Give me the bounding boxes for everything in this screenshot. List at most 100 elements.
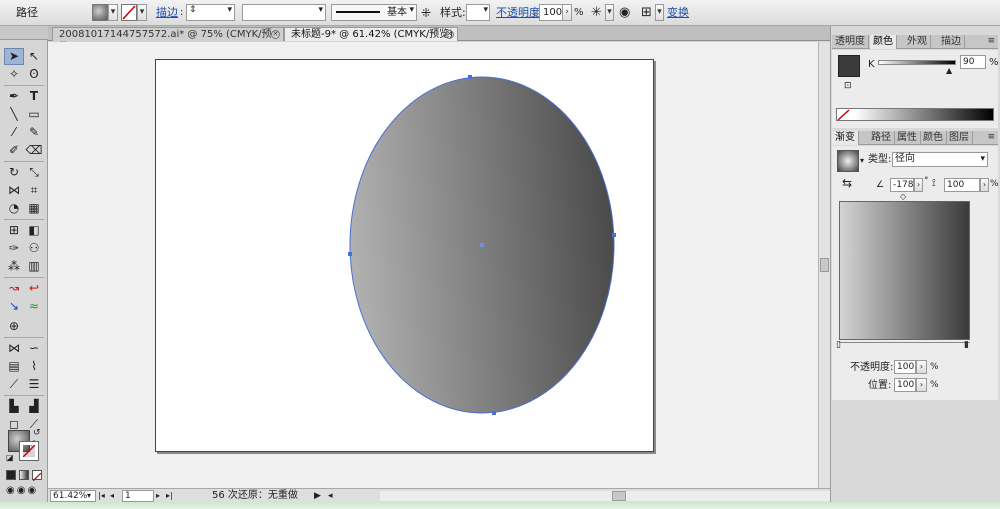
width-tool-icon[interactable]: ⋈ [4,182,24,199]
align-plugin-tool-icon[interactable]: ☰ [24,376,44,393]
stroke-dropdown-button[interactable]: ▾ [137,4,147,21]
tab-color-2[interactable]: 颜色 [920,131,947,145]
live-paint-selection-tool-icon[interactable]: ▟ [24,398,44,415]
live-paint-tool-icon[interactable]: ▙ [4,398,24,415]
stroke-weight-field[interactable]: ⇕ ▾ [186,4,235,21]
gradient-angle-field[interactable]: -178. [890,178,916,192]
tab-document-1[interactable]: 20081017144757572.ai* @ 75% (CMYK/预览) ✕ [52,27,284,53]
lasso-tool-icon[interactable]: ʘ [24,66,44,83]
warp-tool-icon[interactable]: ∽ [24,340,44,357]
anchor-point-right[interactable] [612,233,616,237]
close-icon[interactable]: ✕ [445,30,454,39]
fill-dropdown-button[interactable]: ▾ [108,4,118,21]
tab-color[interactable]: 颜色 [870,35,897,49]
reference-point-icon[interactable]: ⊞ [641,4,652,22]
rotate-tool-icon[interactable]: ↻ [4,164,24,181]
plugin-tool-e-icon[interactable]: ⊕ [4,318,24,335]
stop-opacity-field[interactable]: 100 [894,360,916,374]
blob-brush-tool-icon[interactable]: ✐ [4,142,24,159]
plugin-tool-c-icon[interactable]: ↘ [4,298,24,315]
variable-width-select[interactable]: ▾ [242,4,326,21]
brush-definition-select[interactable]: 基本 ▾ [331,4,417,21]
chevron-down-icon[interactable]: ▾ [860,156,864,165]
magic-wand-tool-icon[interactable]: ✧ [4,66,24,83]
column-graph-tool-icon[interactable]: ▥ [24,258,44,275]
angle-stepper-button[interactable]: › [914,178,923,192]
swap-fill-stroke-icon[interactable]: ↺ [33,428,41,438]
plugin-tool-b-icon[interactable]: ↩ [24,280,44,297]
opacity-arrow-button[interactable]: › [562,4,572,21]
gradient-stop-start-icon[interactable]: ▯ [836,340,841,350]
anchor-point-bottom[interactable] [492,411,496,415]
out-of-gamut-icon[interactable]: ⊡ [844,81,852,91]
tab-layers[interactable]: 图层 [946,131,973,145]
anchor-point-top[interactable] [468,75,472,79]
paintbrush-tool-icon[interactable]: ⁄ [4,124,24,141]
none-mode-icon[interactable] [32,470,42,482]
eraser-tool-icon[interactable]: ⌫ [24,142,44,159]
slice-grid-tool-icon[interactable]: ▤ [4,358,24,375]
gradient-type-select[interactable]: 径向 ▾ [892,152,988,167]
direct-selection-tool-icon[interactable]: ↖ [24,48,44,65]
mesh-tool-icon[interactable]: ⊞ [4,222,24,239]
rectangle-tool-icon[interactable]: ▭ [24,106,44,123]
line-tool-icon[interactable]: ╲ [4,106,24,123]
stroke-proxy[interactable] [19,441,39,461]
plugin-tool-d-icon[interactable]: ≈ [24,298,44,315]
graphic-style-select[interactable]: ▾ [466,4,490,21]
envelope-tool-icon[interactable]: ⋈ [4,340,24,357]
canvas-area[interactable] [48,42,818,488]
scroll-left-icon[interactable]: ◂ [328,490,333,502]
tab-document-2[interactable]: 未标题-9* @ 61.42% (CMYK/预览) ✕ [284,27,458,41]
tab-appearance[interactable]: 外观 [904,35,931,49]
stop-opacity-stepper[interactable]: › [916,360,927,374]
chevron-down-icon[interactable]: ▾ [87,490,91,502]
selection-tool-icon[interactable]: ➤ [4,48,24,65]
tools-panel-grip[interactable] [0,26,48,40]
plugin-tool-a-icon[interactable]: ↝ [4,280,24,297]
panel-menu-icon[interactable]: ≡ [987,132,995,143]
horizontal-scroll-thumb[interactable] [612,491,626,501]
color-mode-icon[interactable] [6,470,16,480]
transform-link[interactable]: 变换 [667,4,689,22]
recolor-dropdown-button[interactable]: ▾ [605,4,614,21]
horizontal-scrollbar[interactable] [380,491,830,501]
slider-handle-icon[interactable]: ▲ [946,66,952,75]
tab-attributes[interactable]: 属性 [894,131,921,145]
close-icon[interactable]: ✕ [271,30,280,39]
reference-dropdown-button[interactable]: ▾ [655,4,664,21]
color-spectrum-bar[interactable] [836,108,994,121]
pen-tool-icon[interactable]: ✒ [4,88,24,105]
shape-builder-tool-icon[interactable]: ◔ [4,200,24,217]
stop-position-field[interactable]: 100 [894,378,916,392]
fill-swatch[interactable] [92,4,108,21]
isolate-group-icon[interactable]: ◉ [619,4,630,22]
vertical-scrollbar[interactable] [818,42,830,488]
aspect-stepper-button[interactable]: › [980,178,989,192]
symbol-sprayer-tool-icon[interactable]: ⁂ [4,258,24,275]
stroke-link[interactable]: 描边 [156,4,178,22]
gradient-tool-icon[interactable]: ◧ [24,222,44,239]
gradient-preview-swatch[interactable] [837,150,859,172]
twirl-tool-icon[interactable]: ⌇ [24,358,44,375]
next-artboard-icon[interactable]: ▸ [156,490,160,502]
tab-transparency[interactable]: 透明度 [832,35,869,49]
vertical-scroll-thumb[interactable] [820,258,829,272]
stroke-swatch[interactable] [121,4,137,21]
tab-pathfinder[interactable]: 路径 [868,131,895,145]
chart-plugin-tool-icon[interactable]: ⟋ [4,376,24,393]
first-artboard-icon[interactable]: |◂ [98,490,105,502]
stop-position-stepper[interactable]: › [916,378,927,392]
k-channel-field[interactable]: 90 [960,55,986,69]
free-transform-tool-icon[interactable]: ⌗ [24,182,44,199]
scale-tool-icon[interactable]: ⤡ [24,164,44,181]
aspect-ratio-field[interactable]: 100 [944,178,980,192]
perspective-grid-tool-icon[interactable]: ▦ [24,200,44,217]
tab-gradient[interactable]: 渐变 [832,131,859,145]
k-channel-slider[interactable] [878,60,956,65]
blend-tool-icon[interactable]: ⚇ [24,240,44,257]
color-fill-preview[interactable] [838,55,860,77]
artboard[interactable] [155,59,654,452]
drawing-modes-icon[interactable]: ◉◉◉ [6,485,42,497]
default-fill-stroke-icon[interactable]: ◪ [6,453,14,462]
